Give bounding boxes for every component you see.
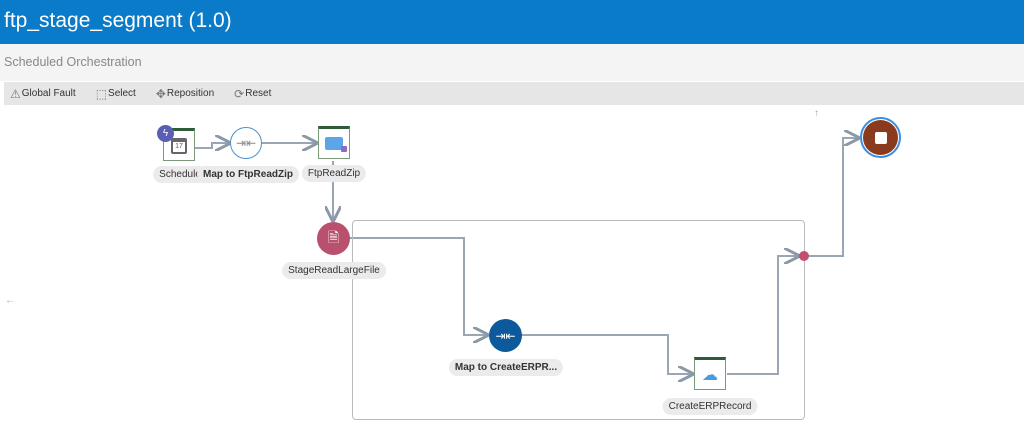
stop-icon xyxy=(863,120,898,155)
trigger-badge-icon: ϟ xyxy=(157,125,174,142)
end-node[interactable] xyxy=(860,117,901,158)
ftp-label: FtpReadZip xyxy=(301,165,367,182)
scroll-up-arrow[interactable]: ↑ xyxy=(814,108,819,119)
stage-label: StageReadLargeFile xyxy=(282,262,386,279)
scroll-left-arrow[interactable]: ← xyxy=(5,295,15,306)
map-ftp-label: Map to FtpReadZip xyxy=(197,166,299,183)
map-erp-label: Map to CreateERPR... xyxy=(448,359,564,376)
stage-scope-box xyxy=(352,220,805,420)
erp-label: CreateERPRecord xyxy=(662,398,758,415)
merge-point xyxy=(799,251,809,261)
folder-icon xyxy=(325,137,347,152)
connector xyxy=(195,143,229,148)
calendar-icon: 17 xyxy=(171,137,187,154)
ftp-node[interactable] xyxy=(318,126,350,159)
stage-file-icon[interactable]: 🗎 xyxy=(317,222,350,255)
erp-node[interactable]: ☁ xyxy=(694,357,726,390)
map-icon[interactable]: ⇥⇤ xyxy=(230,127,262,159)
cloud-icon: ☁ xyxy=(702,366,718,384)
map-icon[interactable]: ⇥⇤ xyxy=(489,319,522,352)
connector xyxy=(809,138,858,257)
